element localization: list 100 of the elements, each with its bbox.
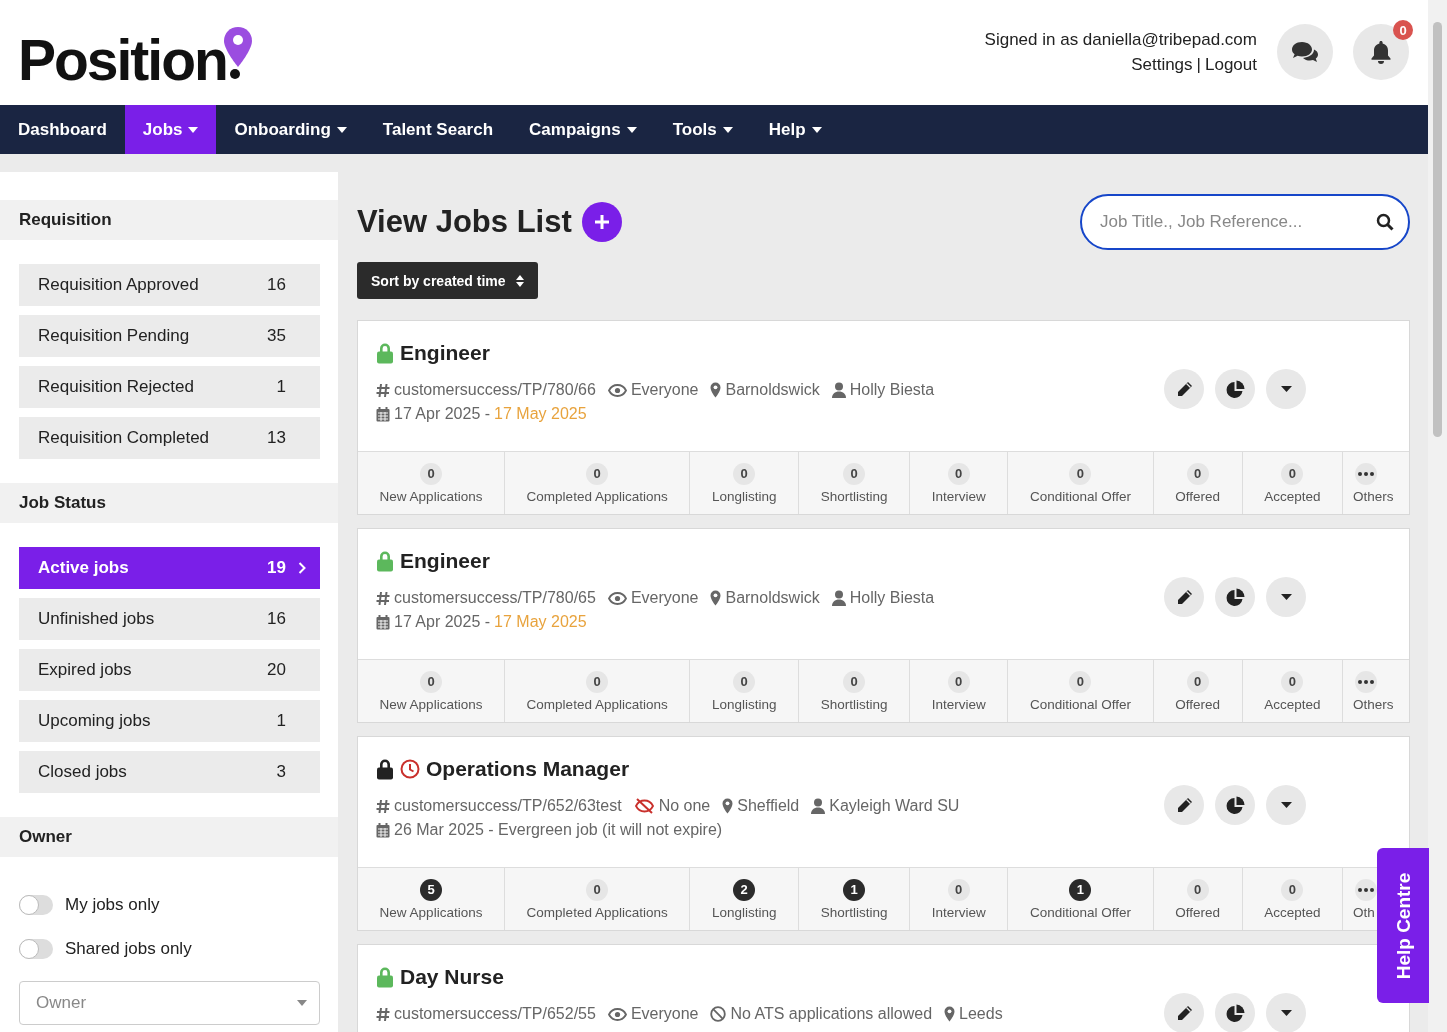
caret-icon: [1280, 1010, 1292, 1016]
pipeline-stage[interactable]: 0 Completed Applications: [505, 868, 691, 930]
stats-button[interactable]: [1215, 993, 1255, 1032]
filter-item[interactable]: Requisition Completed 13: [19, 417, 320, 459]
filter-label: Unfinished jobs: [38, 609, 155, 629]
hash-icon: [376, 798, 390, 814]
pipeline-stage[interactable]: 0 Offered: [1153, 452, 1243, 514]
others-stage-link[interactable]: Others: [1353, 696, 1394, 712]
job-detail: customersuccess/TP/652/55: [394, 1005, 596, 1023]
stats-button[interactable]: [1215, 577, 1255, 617]
filter-item[interactable]: Requisition Rejected 1: [19, 366, 320, 408]
job-detail: Everyone: [630, 1005, 699, 1023]
filter-label: Requisition Completed: [38, 428, 210, 448]
job-start-date: 17 Apr 2025 -: [394, 613, 491, 631]
filter-item[interactable]: Active jobs 19: [19, 547, 320, 589]
stage-count: 1: [843, 878, 866, 901]
stage-count: 0: [586, 878, 609, 901]
nav-tab[interactable]: Campaigns: [511, 105, 655, 154]
filter-count: 3: [276, 762, 286, 782]
filter-count: 19: [267, 558, 286, 578]
others-stage-link[interactable]: Oth: [1353, 904, 1375, 920]
pipeline-stage[interactable]: 0 Longlisting: [690, 452, 800, 514]
more-options-button[interactable]: [1266, 993, 1306, 1032]
pipeline-stage[interactable]: 1 Shortlisting: [799, 868, 911, 930]
job-title[interactable]: Engineer: [400, 549, 490, 573]
stage-count: 0: [947, 462, 970, 485]
owner-select[interactable]: Owner: [19, 981, 320, 1025]
nav-tab[interactable]: Dashboard: [0, 105, 125, 154]
chat-button[interactable]: [1277, 24, 1333, 80]
job-title[interactable]: Engineer: [400, 341, 490, 365]
pipeline-stage[interactable]: 0 Offered: [1153, 660, 1243, 722]
pipeline-stage[interactable]: 1 Conditional Offer: [1008, 868, 1154, 930]
sort-button[interactable]: Sort by created time: [357, 262, 538, 299]
filter-item[interactable]: Closed jobs 3: [19, 751, 320, 793]
job-detail: Everyone: [630, 381, 699, 399]
filter-item[interactable]: Requisition Pending 35: [19, 315, 320, 357]
filter-label: Requisition Rejected: [38, 377, 194, 397]
pipeline-stage[interactable]: 0 Interview: [910, 452, 1009, 514]
logout-link[interactable]: Logout: [1205, 54, 1257, 75]
pipeline-stage[interactable]: 0 Completed Applications: [505, 660, 691, 722]
nav-tab[interactable]: Tools: [654, 105, 751, 154]
pipeline-stage[interactable]: 0 New Applications: [358, 452, 505, 514]
job-end-date: 17 May 2025: [494, 405, 587, 423]
stage-count: 0: [1069, 462, 1092, 485]
others-stage-link[interactable]: Others: [1353, 488, 1394, 504]
nav-tab[interactable]: Onboarding: [216, 105, 365, 154]
pipeline-stage[interactable]: 0 New Applications: [358, 660, 505, 722]
pipeline-stage[interactable]: 2 Longlisting: [690, 868, 800, 930]
stats-button[interactable]: [1215, 785, 1255, 825]
stage-count: 0: [843, 670, 866, 693]
map-pin-icon: [722, 798, 734, 814]
pipeline-stage[interactable]: 0 Interview: [910, 660, 1009, 722]
pipeline-stage[interactable]: 0 Accepted: [1242, 660, 1344, 722]
pipeline-stage[interactable]: 0 Accepted: [1242, 868, 1344, 930]
more-options-button[interactable]: [1266, 369, 1306, 409]
edit-button[interactable]: [1164, 369, 1204, 409]
pipeline-stage[interactable]: 0 Shortlisting: [799, 452, 911, 514]
job-detail: Barnoldswick: [725, 589, 820, 607]
job-detail: Holly Biesta: [849, 381, 935, 399]
page-title: View Jobs List: [357, 204, 572, 240]
notifications-button[interactable]: [1353, 24, 1409, 80]
stage-count: 0: [586, 462, 609, 485]
pipeline-stage[interactable]: 0 Conditional Offer: [1008, 660, 1154, 722]
filter-item[interactable]: Upcoming jobs 1: [19, 700, 320, 742]
toggle-switch[interactable]: [19, 939, 53, 959]
help-centre-tab[interactable]: Help Centre: [1377, 848, 1429, 1003]
pie-chart-icon: [1225, 795, 1245, 815]
pipeline-stage[interactable]: 0 Conditional Offer: [1008, 452, 1154, 514]
nav-tab[interactable]: Jobs: [124, 105, 217, 154]
edit-button[interactable]: [1164, 785, 1204, 825]
pipeline-stage[interactable]: 0 Completed Applications: [505, 452, 691, 514]
pipeline-stage[interactable]: 0 Longlisting: [690, 660, 800, 722]
ban-icon: [710, 1006, 727, 1022]
pipeline-stage[interactable]: 0 Shortlisting: [799, 660, 911, 722]
search-field[interactable]: Job Title., Job Reference...: [1080, 194, 1410, 250]
edit-button[interactable]: [1164, 993, 1204, 1032]
toggle-switch[interactable]: [19, 895, 53, 915]
nav-tab[interactable]: Talent Search: [364, 105, 512, 154]
stats-button[interactable]: [1215, 369, 1255, 409]
scrollbar[interactable]: [1428, 0, 1447, 1032]
toggle-label: My jobs only: [65, 895, 160, 915]
pipeline-stage[interactable]: 0 Offered: [1153, 868, 1243, 930]
edit-button[interactable]: [1164, 577, 1204, 617]
filter-item[interactable]: Unfinished jobs 16: [19, 598, 320, 640]
filter-count: 1: [276, 377, 286, 397]
pipeline-stage[interactable]: 0 Interview: [910, 868, 1009, 930]
more-options-button[interactable]: [1266, 785, 1306, 825]
more-options-button[interactable]: [1266, 577, 1306, 617]
hash-icon: [376, 1006, 390, 1022]
pipeline-stage[interactable]: 0 Accepted: [1242, 452, 1344, 514]
settings-link[interactable]: Settings: [1131, 54, 1193, 75]
add-job-button[interactable]: [581, 202, 622, 242]
filter-item[interactable]: Expired jobs 20: [19, 649, 320, 691]
pencil-icon: [1175, 588, 1193, 606]
nav-tab[interactable]: Help: [750, 105, 840, 154]
job-title[interactable]: Day Nurse: [400, 965, 504, 989]
hash-icon: [376, 590, 390, 606]
job-title[interactable]: Operations Manager: [426, 757, 630, 781]
filter-item[interactable]: Requisition Approved 16: [19, 264, 320, 306]
pipeline-stage[interactable]: 5 New Applications: [358, 868, 505, 930]
